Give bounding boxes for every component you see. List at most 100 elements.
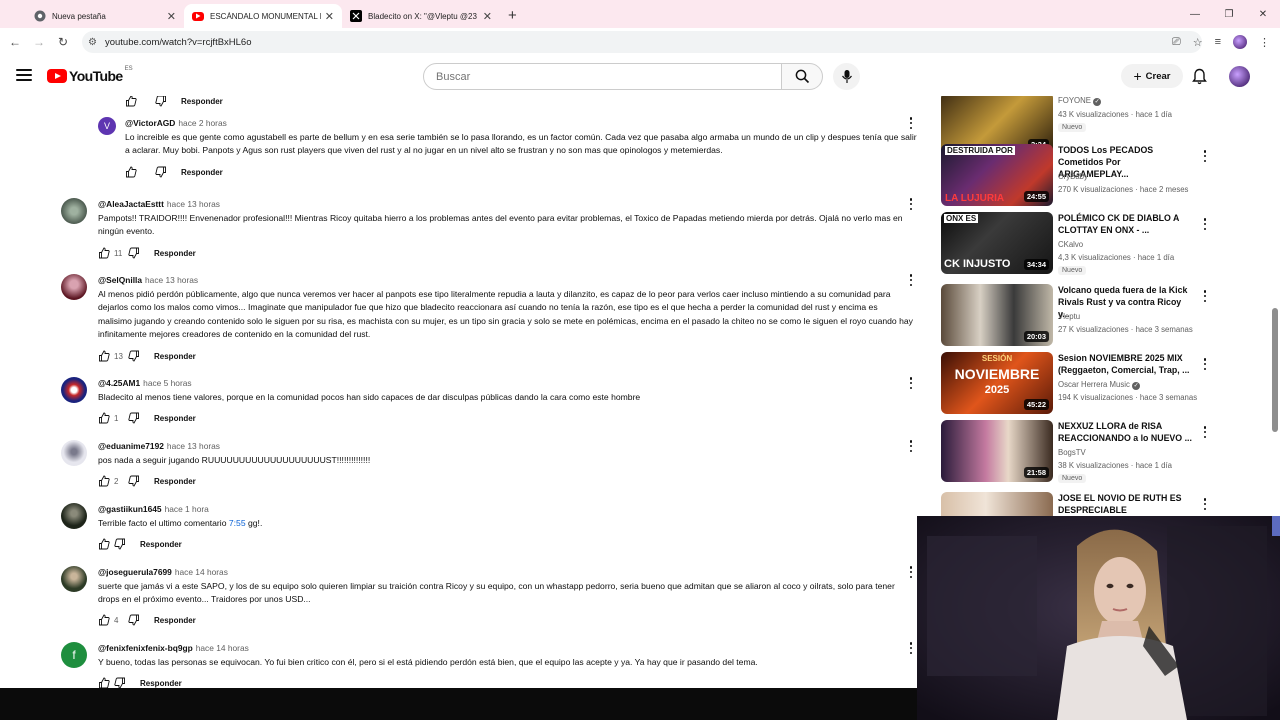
reload-icon[interactable]: ↻ [51,35,75,49]
video-card[interactable]: 21:58 NEXXUZ LLORA de RISA REACCIONANDO … [941,420,1221,484]
back-icon[interactable]: ← [3,35,27,49]
video-card[interactable]: JOSE EL NOVIO DE RUTH ES DESPRECIABLE [941,492,1221,516]
like-icon[interactable] [98,538,110,550]
comment-author[interactable]: @VictorAGD [125,118,175,128]
avatar[interactable]: f [61,642,87,668]
comment-menu-icon[interactable] [909,377,913,389]
comment-menu-icon[interactable] [909,274,913,286]
video-title[interactable]: Sesion NOVIEMBRE 2025 MIX (Reggaeton, Co… [1058,352,1193,376]
reply-button[interactable]: Responder [140,679,182,688]
comment-author[interactable]: @joseguerula7699 [98,567,172,577]
dislike-icon[interactable] [155,96,167,107]
video-thumbnail[interactable]: ONX ES CK INJUSTO 34:34 [941,212,1053,274]
extensions-icon[interactable]: ≡ [1215,36,1221,48]
video-timestamp-link[interactable]: 7:55 [229,518,246,528]
voice-search-button[interactable] [833,63,860,90]
like-icon[interactable] [98,412,110,424]
minimize-icon[interactable]: — [1178,0,1212,28]
reply-button[interactable]: Responder [154,352,196,361]
video-title[interactable]: POLÉMICO CK DE DIABLO A CLOTTAY EN ONX -… [1058,212,1193,236]
create-button[interactable]: + Crear [1121,64,1183,88]
hamburger-menu-icon[interactable] [16,69,32,81]
video-menu-icon[interactable] [1203,426,1207,438]
dislike-icon[interactable] [114,677,126,688]
close-tab-icon[interactable]: ✕ [167,10,176,23]
comment-time[interactable]: hace 13 horas [167,199,220,209]
search-input[interactable]: Buscar [423,63,782,90]
close-tab-icon[interactable]: ✕ [325,10,334,23]
dislike-icon[interactable] [114,538,126,550]
forward-icon[interactable]: → [27,35,51,49]
video-menu-icon[interactable] [1203,218,1207,230]
like-icon[interactable] [98,475,110,487]
avatar[interactable] [61,440,87,466]
dislike-icon[interactable] [128,475,140,487]
video-thumbnail[interactable] [941,492,1053,516]
reply-button[interactable]: Responder [181,168,223,177]
channel-name[interactable]: FOYONE ✓ [1058,96,1102,106]
comment-author[interactable]: @gastiikun1645 [98,504,162,514]
avatar[interactable] [61,377,87,403]
bookmark-star-icon[interactable]: ☆ [1193,36,1203,49]
cast-icon[interactable]: ⎚ [1172,36,1181,49]
video-title[interactable]: JOSE EL NOVIO DE RUTH ES DESPRECIABLE [1058,492,1193,516]
close-tab-icon[interactable]: ✕ [483,10,492,23]
video-menu-icon[interactable] [1203,498,1207,510]
comment-author[interactable]: @eduanime7192 [98,441,164,451]
video-menu-icon[interactable] [1203,150,1207,162]
avatar[interactable] [61,566,87,592]
scrollbar-thumb[interactable] [1272,308,1278,432]
channel-name[interactable]: Vleptu [1058,312,1080,321]
reply-button[interactable]: Responder [154,477,196,486]
video-card[interactable]: SESIÓN NOVIEMBRE 2025 45:22 Sesion NOVIE… [941,352,1221,416]
avatar[interactable] [61,503,87,529]
reply-button[interactable]: Responder [154,616,196,625]
dislike-icon[interactable] [155,166,167,178]
reply-button[interactable]: Responder [181,97,223,106]
url-field[interactable]: ⚙ youtube.com/watch?v=rcjftBxHL6o [82,31,1202,53]
video-thumbnail[interactable]: DESTRUIDA POR LA LUJURIA 24:55 [941,144,1053,206]
profile-avatar[interactable] [1233,35,1247,49]
comment-author[interactable]: @fenixfenixfenix-bq9gp [98,643,193,653]
dislike-icon[interactable] [128,350,140,362]
comment-menu-icon[interactable] [909,642,913,654]
comment-author[interactable]: @SelQnilla [98,275,142,285]
dislike-icon[interactable] [128,614,140,626]
video-thumbnail[interactable]: 20:03 [941,284,1053,346]
video-thumbnail[interactable]: SESIÓN NOVIEMBRE 2025 45:22 [941,352,1053,414]
comment-time[interactable]: hace 14 horas [196,643,249,653]
restore-icon[interactable]: ❐ [1212,0,1246,28]
tab-youtube-video[interactable]: ESCÁNDALO MONUMENTAL BL ✕ [184,4,342,28]
comment-time[interactable]: hace 14 horas [175,567,228,577]
avatar[interactable] [61,198,87,224]
tab-new-tab[interactable]: Nueva pestaña ✕ [26,4,184,28]
comment-author[interactable]: @AleaJactaEsttt [98,199,164,209]
youtube-logo[interactable]: YouTube ES [47,66,133,84]
avatar[interactable]: V [98,117,116,135]
comment-menu-icon[interactable] [909,440,913,452]
video-menu-icon[interactable] [1203,358,1207,370]
dislike-icon[interactable] [128,247,140,259]
notifications-bell-icon[interactable] [1192,68,1207,85]
search-button[interactable] [781,63,823,90]
channel-name[interactable]: CryBaby [1058,172,1088,181]
channel-name[interactable]: CKalvo [1058,240,1083,249]
dislike-icon[interactable] [128,412,140,424]
reply-button[interactable]: Responder [154,414,196,423]
comment-time[interactable]: hace 1 hora [165,504,209,514]
like-icon[interactable] [125,166,137,178]
video-card[interactable]: 20:03 Volcano queda fuera de la Kick Riv… [941,284,1221,348]
video-card[interactable]: ONX ES CK INJUSTO 34:34 POLÉMICO CK DE D… [941,212,1221,276]
comment-menu-icon[interactable] [909,117,913,129]
close-window-icon[interactable]: ✕ [1246,0,1280,28]
like-icon[interactable] [98,677,110,688]
channel-name[interactable]: Oscar Herrera Music ✓ [1058,380,1141,390]
channel-name[interactable]: BogsTV [1058,448,1086,457]
account-avatar[interactable] [1229,66,1250,87]
reply-button[interactable]: Responder [140,540,182,549]
comment-time[interactable]: hace 13 horas [145,275,198,285]
site-info-icon[interactable]: ⚙ [88,37,97,48]
comment-menu-icon[interactable] [909,198,913,210]
tab-x-post[interactable]: Bladecito on X: "@Vleptu @23 ✕ [342,4,500,28]
video-thumbnail[interactable]: 21:58 [941,420,1053,482]
